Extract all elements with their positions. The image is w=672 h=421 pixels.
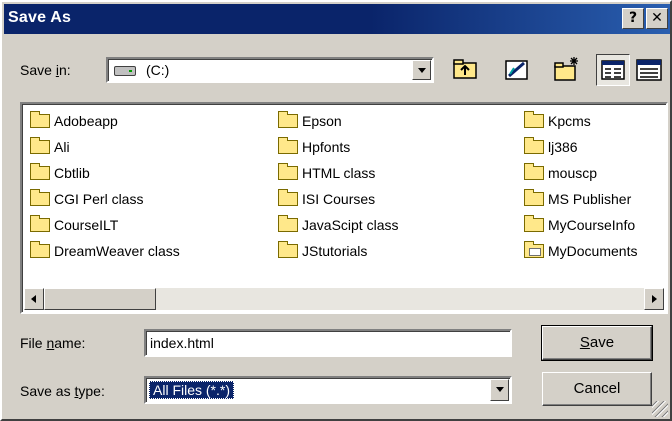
- my-documents-icon: [524, 241, 544, 258]
- folder-icon: [278, 215, 298, 232]
- folder-item[interactable]: HTML class: [276, 162, 398, 188]
- folder-item[interactable]: Ali: [28, 136, 180, 162]
- folder-item[interactable]: Adobeapp: [28, 110, 180, 136]
- details-view-button[interactable]: [632, 54, 666, 86]
- save-in-dropdown[interactable]: (C:): [106, 57, 434, 83]
- folder-item[interactable]: Kpcms: [522, 110, 637, 136]
- file-column-2: Epson Hpfonts HTML class ISI Courses Jav…: [276, 110, 398, 266]
- cancel-button[interactable]: Cancel: [542, 372, 652, 406]
- save-as-type-dropdown-arrow[interactable]: [490, 379, 509, 401]
- folder-icon: [30, 189, 50, 206]
- folder-icon: [278, 163, 298, 180]
- save-in-value: (C:): [146, 62, 170, 78]
- desktop-button[interactable]: [500, 54, 534, 86]
- file-list[interactable]: Adobeapp Ali Cbtlib CGI Perl class Cours…: [20, 102, 668, 314]
- folder-item[interactable]: DreamWeaver class: [28, 240, 180, 266]
- list-view-button[interactable]: [596, 54, 630, 86]
- save-in-dropdown-arrow[interactable]: [412, 60, 431, 80]
- file-name-input[interactable]: index.html: [144, 329, 512, 357]
- details-view-icon: [636, 59, 662, 81]
- save-as-dialog: Save As ? ✕ Save in: (C:) Adobeapp Ali C…: [0, 0, 672, 421]
- folder-icon: [278, 111, 298, 128]
- folder-item[interactable]: ISI Courses: [276, 188, 398, 214]
- folder-item[interactable]: JStutorials: [276, 240, 398, 266]
- folder-icon: [30, 137, 50, 154]
- folder-icon: [30, 111, 50, 128]
- close-button[interactable]: ✕: [646, 8, 668, 29]
- help-button[interactable]: ?: [622, 8, 644, 29]
- folder-icon: [524, 215, 544, 232]
- folder-icon: [524, 137, 544, 154]
- my-documents-item[interactable]: MyDocuments: [522, 240, 637, 266]
- folder-item[interactable]: JavaScipt class: [276, 214, 398, 240]
- horizontal-scrollbar[interactable]: [24, 288, 664, 310]
- file-column-3: Kpcms lj386 mouscp MS Publisher MyCourse…: [522, 110, 637, 266]
- desktop-icon: [505, 60, 528, 80]
- save-as-type-label: Save as type:: [20, 383, 105, 399]
- resize-grip[interactable]: [652, 401, 668, 417]
- folder-icon: [524, 189, 544, 206]
- save-in-label: Save in:: [20, 62, 71, 78]
- folder-icon: [524, 111, 544, 128]
- scroll-thumb[interactable]: [44, 288, 156, 310]
- scroll-right-button[interactable]: [644, 288, 664, 310]
- folder-item[interactable]: MS Publisher: [522, 188, 637, 214]
- save-as-type-value: All Files (*.*): [149, 381, 235, 399]
- title-bar[interactable]: Save As ? ✕: [4, 4, 670, 34]
- scroll-left-button[interactable]: [24, 288, 44, 310]
- new-folder-button[interactable]: [550, 54, 584, 86]
- up-one-level-button[interactable]: [448, 54, 482, 86]
- new-folder-icon: [554, 57, 578, 81]
- save-as-type-dropdown[interactable]: All Files (*.*): [144, 376, 512, 404]
- folder-icon: [278, 241, 298, 258]
- folder-icon: [30, 241, 50, 258]
- up-folder-icon: [453, 59, 477, 79]
- folder-icon: [278, 189, 298, 206]
- drive-icon: [114, 66, 136, 76]
- folder-item[interactable]: Cbtlib: [28, 162, 180, 188]
- folder-item[interactable]: CGI Perl class: [28, 188, 180, 214]
- folder-item[interactable]: Epson: [276, 110, 398, 136]
- list-view-icon: [601, 60, 625, 80]
- folder-item[interactable]: MyCourseInfo: [522, 214, 637, 240]
- file-column-1: Adobeapp Ali Cbtlib CGI Perl class Cours…: [28, 110, 180, 266]
- dialog-title: Save As: [8, 9, 72, 26]
- folder-icon: [30, 163, 50, 180]
- folder-item[interactable]: lj386: [522, 136, 637, 162]
- folder-icon: [278, 137, 298, 154]
- folder-icon: [30, 215, 50, 232]
- save-button[interactable]: Save: [541, 325, 653, 361]
- folder-item[interactable]: mouscp: [522, 162, 637, 188]
- file-name-label: File name:: [20, 335, 86, 351]
- folder-item[interactable]: Hpfonts: [276, 136, 398, 162]
- folder-item[interactable]: CourseILT: [28, 214, 180, 240]
- folder-icon: [524, 163, 544, 180]
